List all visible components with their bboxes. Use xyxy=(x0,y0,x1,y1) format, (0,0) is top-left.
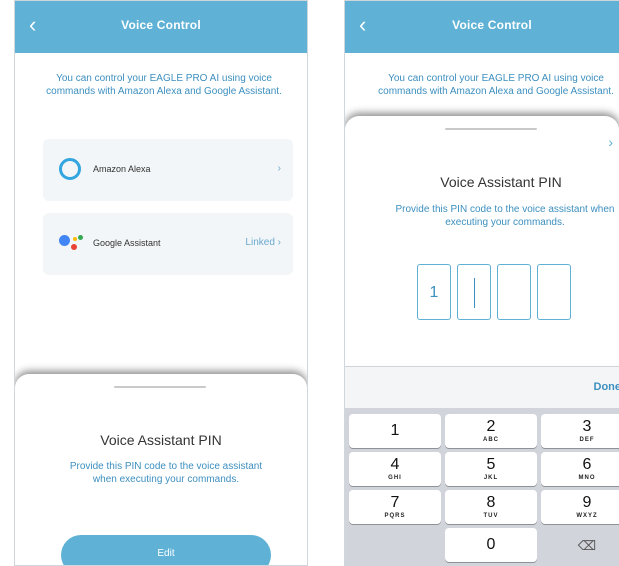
linked-status-link[interactable]: Linked › xyxy=(245,237,281,248)
edit-button[interactable]: Edit xyxy=(61,535,271,565)
key-8[interactable]: 8 TUV xyxy=(445,490,537,524)
key-9[interactable]: 9 WXYZ xyxy=(541,490,619,524)
key-5[interactable]: 5 JKL xyxy=(445,452,537,486)
amazon-alexa-option[interactable]: Amazon Alexa › xyxy=(43,139,293,201)
page-title: Voice Control xyxy=(121,18,201,32)
pin-digit-field[interactable] xyxy=(497,264,531,320)
option-label: Amazon Alexa xyxy=(93,164,151,174)
key-1[interactable]: 1 xyxy=(349,414,441,448)
keypad-blank xyxy=(349,528,441,562)
header-bar: ‹ Voice Control xyxy=(15,1,307,53)
text-cursor xyxy=(474,278,475,308)
pin-digit-field[interactable]: 1 xyxy=(417,264,451,320)
alexa-logo-icon xyxy=(59,158,81,180)
close-chevron-icon[interactable]: › xyxy=(608,134,613,150)
voice-control-screen-left: ‹ Voice Control You can control your EAG… xyxy=(14,0,308,566)
sheet-title: Voice Assistant PIN xyxy=(440,174,562,190)
pin-digit-field[interactable] xyxy=(457,264,491,320)
sheet-description: Provide this PIN code to the voice assis… xyxy=(69,461,263,485)
key-4[interactable]: 4 GHI xyxy=(349,452,441,486)
key-3[interactable]: 3 DEF xyxy=(541,414,619,448)
key-6[interactable]: 6 MNO xyxy=(541,452,619,486)
intro-text: You can control your EAGLE PRO AI using … xyxy=(46,73,282,97)
sheet-title: Voice Assistant PIN xyxy=(100,432,222,448)
key-7[interactable]: 7 PQRS xyxy=(349,490,441,524)
option-label: Google Assistant xyxy=(93,238,161,248)
google-assistant-logo-icon xyxy=(59,234,85,252)
key-0[interactable]: 0 xyxy=(445,528,537,562)
header-bar: ‹ Voice Control xyxy=(345,1,619,53)
page-title: Voice Control xyxy=(452,18,532,32)
voice-control-screen-right: ‹ Voice Control You can control your EAG… xyxy=(344,0,619,566)
numeric-keypad: 1 2 ABC 3 DEF 4 GHI 5 JKL 6 MNO 7 PQRS 8 TUV 9W… xyxy=(345,408,619,565)
intro-text: You can control your EAGLE PRO AI using … xyxy=(378,73,614,97)
google-assistant-option[interactable]: Google Assistant Linked › xyxy=(43,213,293,275)
sheet-drag-handle[interactable] xyxy=(114,386,206,388)
sheet-drag-handle[interactable] xyxy=(445,128,537,130)
pin-digit-field[interactable] xyxy=(537,264,571,320)
sheet-description: Provide this PIN code to the voice assis… xyxy=(395,204,615,228)
keyboard-accessory-bar: Done xyxy=(345,366,619,408)
backspace-icon[interactable]: ⌫ xyxy=(541,528,619,562)
key-2[interactable]: 2 ABC xyxy=(445,414,537,448)
chevron-right-icon: › xyxy=(277,163,281,174)
done-button[interactable]: Done xyxy=(594,381,619,393)
